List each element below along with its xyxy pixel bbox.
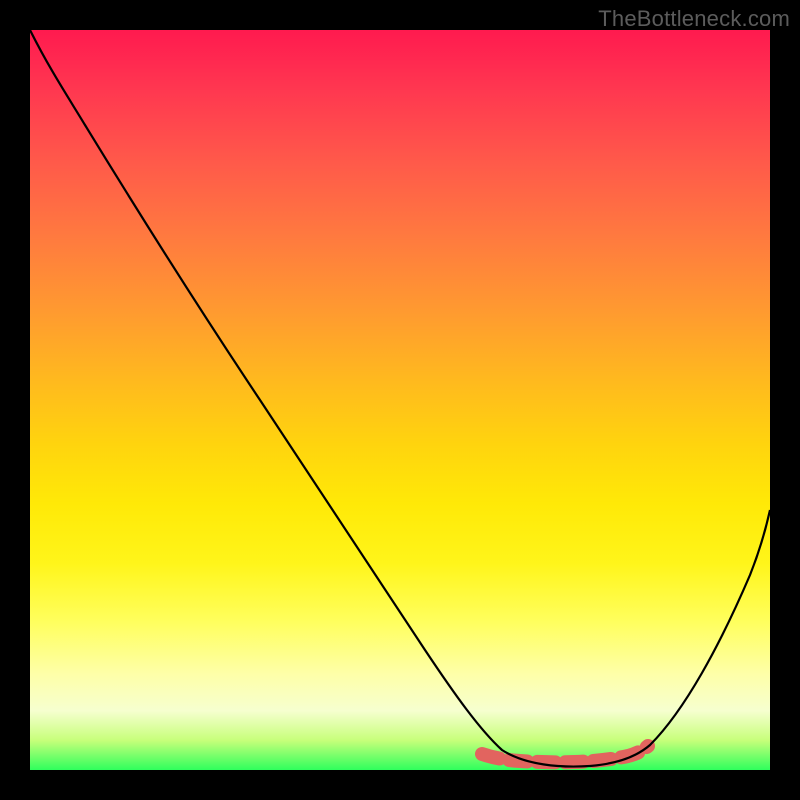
attribution-label: TheBottleneck.com: [598, 6, 790, 32]
chart-frame: TheBottleneck.com: [0, 0, 800, 800]
bottleneck-curve: [30, 30, 770, 767]
curve-layer: [30, 30, 770, 770]
plot-area: [30, 30, 770, 770]
